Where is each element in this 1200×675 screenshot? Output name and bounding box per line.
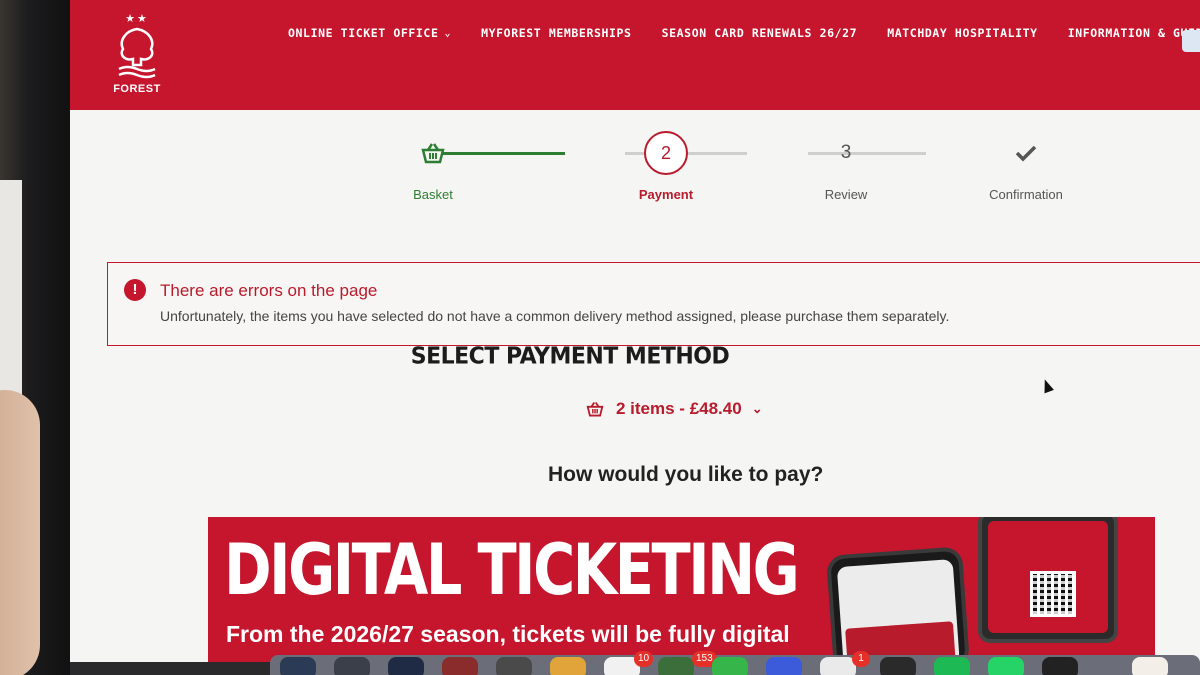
app-icon[interactable] <box>442 657 478 675</box>
phone-screen <box>836 559 960 662</box>
mouse-cursor <box>1040 377 1054 394</box>
app-icon[interactable] <box>1132 657 1168 675</box>
phone-image <box>978 517 1118 643</box>
banner-subtitle: From the 2026/27 season, tickets will be… <box>226 621 790 647</box>
phone-image <box>825 546 971 662</box>
nav-label: ONLINE TICKET OFFICE <box>288 26 439 40</box>
error-alert: ! There are errors on the page Unfortuna… <box>107 262 1200 346</box>
nav-label: MYFOREST MEMBERSHIPS <box>481 26 632 40</box>
app-icon[interactable] <box>550 657 586 675</box>
nav-information-guides[interactable]: INFORMATION & GUIDES ⌄ <box>1068 26 1200 40</box>
step-marker: 3 <box>791 133 901 173</box>
tree-icon <box>118 27 156 79</box>
club-wordmark: FOREST <box>113 83 161 95</box>
step-confirmation: Confirmation <box>971 133 1081 202</box>
payment-question: How would you like to pay? <box>548 463 824 486</box>
app-icon[interactable] <box>658 657 694 675</box>
basket-icon <box>586 401 604 417</box>
app-icon[interactable] <box>880 657 916 675</box>
site-header: ★★ FOREST ONLINE TICKET OFFICE ⌄ MYFORES… <box>70 0 1200 110</box>
main-nav: ONLINE TICKET OFFICE ⌄ MYFOREST MEMBERSH… <box>288 26 1200 40</box>
error-message: Unfortunately, the items you have select… <box>160 308 950 324</box>
step-review: 3 Review <box>791 133 901 202</box>
ea-app-icon[interactable] <box>1042 657 1078 675</box>
step-label: Review <box>824 187 868 202</box>
step-number: 2 <box>644 131 688 175</box>
nav-label: INFORMATION & GUIDES <box>1067 26 1200 40</box>
qr-code-icon <box>1030 571 1076 617</box>
error-icon: ! <box>124 279 146 301</box>
step-basket[interactable]: Basket <box>378 133 488 202</box>
step-number: 3 <box>840 142 852 163</box>
nav-season-card-renewals[interactable]: SEASON CARD RENEWALS 26/27 <box>662 26 858 40</box>
notification-badge: 10 <box>634 651 654 667</box>
background-object <box>0 180 22 400</box>
step-marker: 2 <box>611 131 721 175</box>
basket-summary-toggle[interactable]: 2 items - £48.40 ⌄ <box>586 399 763 419</box>
app-icon[interactable] <box>334 657 370 675</box>
app-icon[interactable] <box>280 657 316 675</box>
chevron-down-icon: ⌄ <box>444 27 452 39</box>
checkout-stepper: Basket 2 Payment 3 Review Confirmation <box>378 131 1063 213</box>
step-label: Payment <box>638 187 694 202</box>
nav-label: SEASON CARD RENEWALS 26/27 <box>661 26 858 40</box>
chevron-down-icon: ⌄ <box>751 401 763 416</box>
step-label: Confirmation <box>989 187 1063 202</box>
check-icon <box>971 133 1081 173</box>
step-label: Basket <box>413 187 453 202</box>
phone-screen <box>988 521 1108 633</box>
app-icon[interactable] <box>388 657 424 675</box>
basket-icon <box>378 133 488 173</box>
nav-label: MATCHDAY HOSPITALITY <box>887 26 1038 40</box>
club-crest-logo[interactable]: ★★ FOREST <box>112 12 162 96</box>
app-icon[interactable] <box>820 657 856 675</box>
nav-matchday-hospitality[interactable]: MATCHDAY HOSPITALITY <box>887 26 1037 40</box>
macos-dock: 10 153 1 <box>270 651 1200 675</box>
facetime-icon[interactable] <box>712 657 748 675</box>
page-title: SELECT PAYMENT METHOD <box>410 343 730 370</box>
banner-title: DIGITAL TICKETING <box>224 529 800 611</box>
items-summary-text: 2 items - £48.40 <box>616 399 742 418</box>
app-icon[interactable] <box>766 657 802 675</box>
finger <box>0 390 40 675</box>
spotify-icon[interactable] <box>934 657 970 675</box>
nav-myforest-memberships[interactable]: MYFOREST MEMBERSHIPS <box>481 26 631 40</box>
error-title: There are errors on the page <box>160 281 378 300</box>
app-icon[interactable] <box>496 657 532 675</box>
notification-badge: 1 <box>852 651 870 667</box>
whatsapp-icon[interactable] <box>988 657 1024 675</box>
digital-ticketing-banner[interactable]: DIGITAL TICKETING From the 2026/27 seaso… <box>208 517 1155 662</box>
step-payment: 2 Payment <box>611 131 721 202</box>
nav-online-ticket-office[interactable]: ONLINE TICKET OFFICE ⌄ <box>288 26 451 40</box>
crest-stars-icon: ★★ <box>125 13 149 25</box>
account-button[interactable] <box>1182 30 1200 52</box>
browser-viewport: ★★ FOREST ONLINE TICKET OFFICE ⌄ MYFORES… <box>70 0 1200 662</box>
